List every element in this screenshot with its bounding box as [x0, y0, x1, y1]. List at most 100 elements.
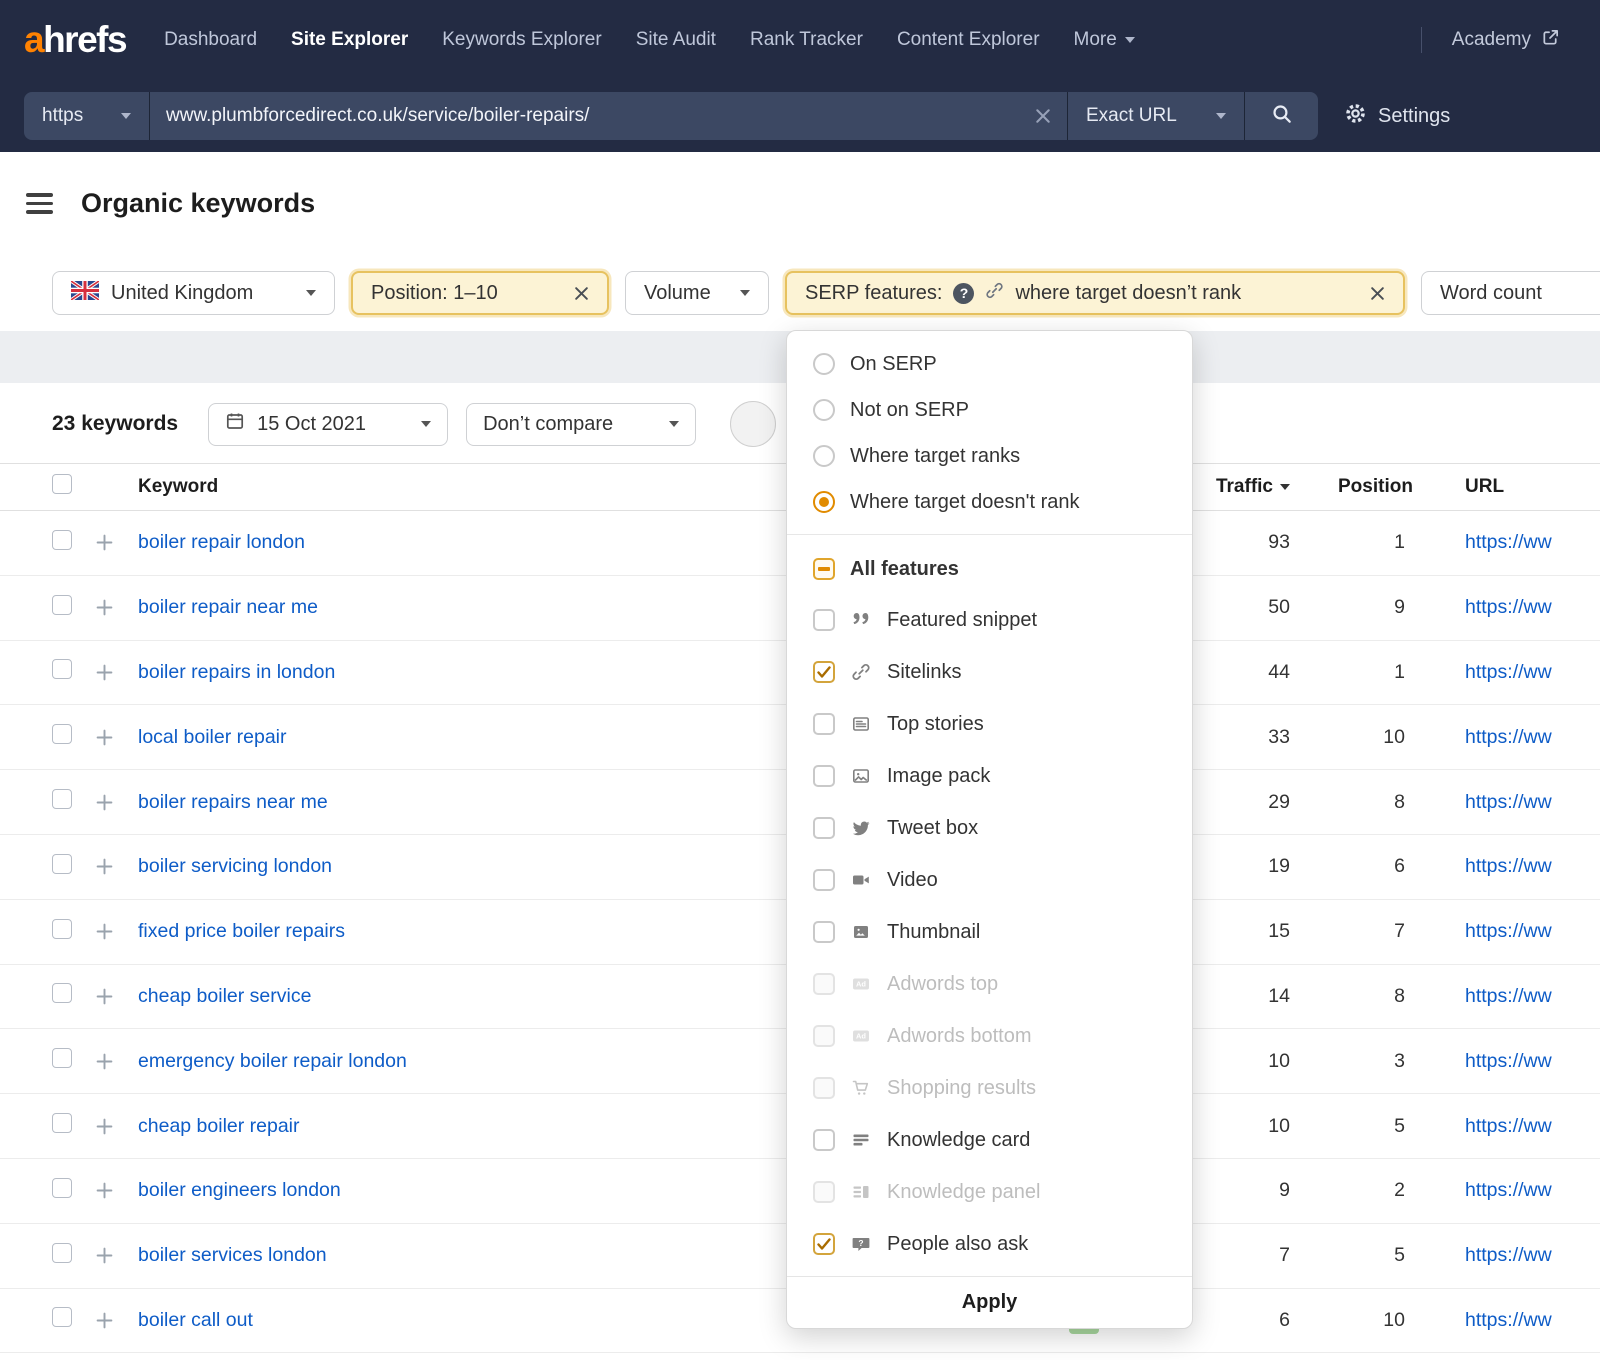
url-input[interactable] — [166, 105, 1023, 127]
nav-item-rank-tracker[interactable]: Rank Tracker — [750, 29, 863, 51]
url-link[interactable]: https://ww — [1465, 791, 1552, 813]
url-link[interactable]: https://ww — [1465, 1309, 1552, 1331]
feature-checkbox[interactable] — [813, 869, 835, 891]
keyword-link[interactable]: boiler servicing london — [138, 855, 332, 877]
nav-item-academy[interactable]: Academy — [1452, 28, 1560, 53]
serp-feature-thumbnail[interactable]: Thumbnail — [787, 906, 1192, 958]
keyword-link[interactable]: boiler call out — [138, 1309, 253, 1331]
expand-row-button[interactable] — [96, 534, 138, 551]
url-link[interactable]: https://ww — [1465, 596, 1552, 618]
search-mode-select[interactable]: Exact URL — [1068, 92, 1245, 140]
keyword-link[interactable]: fixed price boiler repairs — [138, 920, 345, 942]
position-filter[interactable]: Position: 1–10 — [351, 271, 609, 315]
url-column-header[interactable]: URL — [1450, 476, 1600, 498]
serp-feature-tweet-box[interactable]: Tweet box — [787, 802, 1192, 854]
row-checkbox[interactable] — [52, 724, 72, 744]
serp-feature-knowledge-card[interactable]: Knowledge card — [787, 1114, 1192, 1166]
remove-position-filter-icon[interactable] — [574, 286, 589, 301]
row-checkbox[interactable] — [52, 1178, 72, 1198]
apply-button[interactable]: Apply — [787, 1276, 1192, 1328]
keyword-link[interactable]: boiler engineers london — [138, 1179, 341, 1201]
search-button[interactable] — [1245, 92, 1318, 140]
nav-item-keywords-explorer[interactable]: Keywords Explorer — [442, 29, 601, 51]
serp-scope-option-on-serp[interactable]: On SERP — [787, 341, 1192, 387]
help-icon[interactable]: ? — [953, 283, 974, 304]
serp-feature-sitelinks[interactable]: Sitelinks — [787, 646, 1192, 698]
row-checkbox[interactable] — [52, 659, 72, 679]
row-checkbox[interactable] — [52, 983, 72, 1003]
keyword-link[interactable]: boiler services london — [138, 1244, 327, 1266]
url-link[interactable]: https://ww — [1465, 920, 1552, 942]
row-checkbox[interactable] — [52, 854, 72, 874]
all-features-row[interactable]: All features — [787, 544, 1192, 594]
keyword-link[interactable]: boiler repair near me — [138, 596, 318, 618]
radio-icon[interactable] — [813, 445, 835, 467]
compare-select[interactable]: Don’t compare — [466, 403, 696, 446]
expand-row-button[interactable] — [96, 599, 138, 616]
expand-row-button[interactable] — [96, 729, 138, 746]
keyword-link[interactable]: boiler repair london — [138, 531, 305, 553]
serp-scope-option-where-target-doesn-t-rank[interactable]: Where target doesn't rank — [787, 479, 1192, 525]
expand-row-button[interactable] — [96, 858, 138, 875]
expand-row-button[interactable] — [96, 1312, 138, 1329]
traffic-column-header[interactable]: Traffic — [1230, 476, 1338, 498]
url-link[interactable]: https://ww — [1465, 1179, 1552, 1201]
row-checkbox[interactable] — [52, 1307, 72, 1327]
expand-row-button[interactable] — [96, 923, 138, 940]
expand-row-button[interactable] — [96, 1247, 138, 1264]
row-checkbox[interactable] — [52, 530, 72, 550]
nav-item-dashboard[interactable]: Dashboard — [164, 29, 257, 51]
url-link[interactable]: https://ww — [1465, 1244, 1552, 1266]
select-all-checkbox[interactable] — [52, 474, 72, 494]
ahrefs-logo[interactable]: ahrefs — [24, 19, 126, 61]
serp-scope-option-where-target-ranks[interactable]: Where target ranks — [787, 433, 1192, 479]
menu-icon[interactable] — [26, 193, 53, 214]
feature-checkbox[interactable] — [813, 1129, 835, 1151]
feature-checkbox[interactable] — [813, 921, 835, 943]
radio-selected-icon[interactable] — [813, 491, 835, 513]
expand-row-button[interactable] — [96, 664, 138, 681]
expand-row-button[interactable] — [96, 794, 138, 811]
expand-row-button[interactable] — [96, 1182, 138, 1199]
protocol-select[interactable]: https — [24, 92, 150, 140]
expand-row-button[interactable] — [96, 988, 138, 1005]
nav-item-site-explorer[interactable]: Site Explorer — [291, 29, 408, 51]
row-checkbox[interactable] — [52, 919, 72, 939]
feature-checkbox[interactable] — [813, 817, 835, 839]
feature-checkbox[interactable] — [813, 1233, 835, 1255]
keyword-link[interactable]: boiler repairs in london — [138, 661, 335, 683]
country-filter[interactable]: United Kingdom — [52, 271, 335, 315]
url-link[interactable]: https://ww — [1465, 985, 1552, 1007]
all-features-checkbox[interactable] — [813, 558, 835, 580]
volume-filter[interactable]: Volume — [625, 271, 769, 315]
expand-row-button[interactable] — [96, 1053, 138, 1070]
serp-feature-featured-snippet[interactable]: Featured snippet — [787, 594, 1192, 646]
serp-feature-top-stories[interactable]: Top stories — [787, 698, 1192, 750]
settings-button[interactable]: Settings — [1344, 102, 1450, 131]
row-checkbox[interactable] — [52, 595, 72, 615]
url-link[interactable]: https://ww — [1465, 1050, 1552, 1072]
serp-feature-video[interactable]: Video — [787, 854, 1192, 906]
url-link[interactable]: https://ww — [1465, 1115, 1552, 1137]
position-column-header[interactable]: Position — [1338, 476, 1450, 498]
radio-icon[interactable] — [813, 399, 835, 421]
serp-feature-image-pack[interactable]: Image pack — [787, 750, 1192, 802]
keyword-column-header[interactable]: Keyword — [138, 476, 828, 498]
radio-icon[interactable] — [813, 353, 835, 375]
row-checkbox[interactable] — [52, 1048, 72, 1068]
keyword-link[interactable]: cheap boiler repair — [138, 1115, 300, 1137]
clear-url-icon[interactable] — [1035, 108, 1051, 124]
serp-features-filter[interactable]: SERP features: ? where target doesn’t ra… — [785, 271, 1405, 315]
toggle-switch[interactable] — [730, 401, 776, 447]
expand-row-button[interactable] — [96, 1118, 138, 1135]
nav-item-content-explorer[interactable]: Content Explorer — [897, 29, 1040, 51]
date-picker[interactable]: 15 Oct 2021 — [208, 403, 448, 446]
remove-serp-filter-icon[interactable] — [1370, 286, 1385, 301]
keyword-link[interactable]: cheap boiler service — [138, 985, 311, 1007]
url-link[interactable]: https://ww — [1465, 661, 1552, 683]
url-link[interactable]: https://ww — [1465, 531, 1552, 553]
url-link[interactable]: https://ww — [1465, 726, 1552, 748]
word-count-filter[interactable]: Word count — [1421, 271, 1600, 315]
keyword-link[interactable]: local boiler repair — [138, 726, 287, 748]
row-checkbox[interactable] — [52, 1113, 72, 1133]
